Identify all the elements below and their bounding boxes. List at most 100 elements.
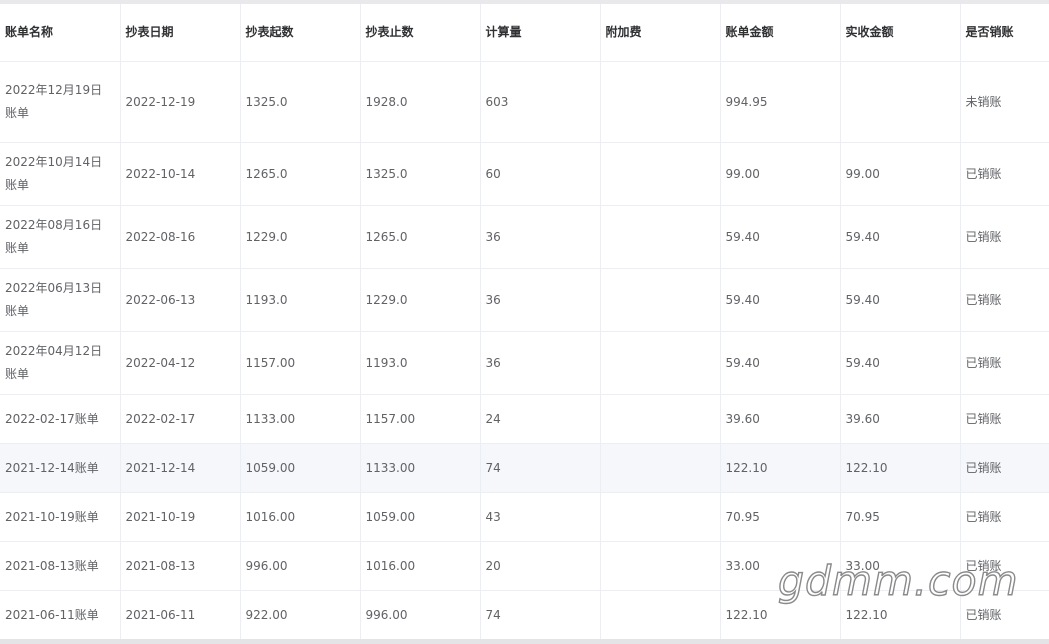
table-row[interactable]: 2022年08月16日账单 2022-08-16 1229.0 1265.0 3…: [0, 205, 1049, 269]
cell-surcharge: [600, 268, 721, 332]
cell-quantity: 43: [480, 492, 601, 542]
cell-bill-name: 2022年04月12日账单: [0, 331, 121, 395]
cell-quantity: 60: [480, 142, 601, 206]
cell-reading-date: 2022-02-17: [120, 394, 241, 444]
cell-end-reading: 1229.0: [360, 268, 481, 332]
cell-start-reading: 1229.0: [240, 205, 361, 269]
cell-quantity: 20: [480, 541, 601, 591]
table-row[interactable]: 2021-10-19账单 2021-10-19 1016.00 1059.00 …: [0, 492, 1049, 542]
cell-surcharge: [600, 142, 721, 206]
cell-end-reading: 1016.00: [360, 541, 481, 591]
horizontal-scrollbar-track[interactable]: [0, 639, 1049, 644]
cell-surcharge: [600, 492, 721, 542]
cell-start-reading: 922.00: [240, 590, 361, 640]
cell-surcharge: [600, 61, 721, 143]
cell-settled-status: 已销账: [960, 394, 1049, 444]
cell-reading-date: 2022-10-14: [120, 142, 241, 206]
header-end-reading[interactable]: 抄表止数: [360, 4, 481, 62]
cell-start-reading: 996.00: [240, 541, 361, 591]
cell-bill-amount: 122.10: [720, 443, 841, 493]
cell-settled-status: 已销账: [960, 142, 1049, 206]
cell-bill-name: 2022年12月19日账单: [0, 61, 121, 143]
header-bill-amount[interactable]: 账单金额: [720, 4, 841, 62]
cell-received-amount: 70.95: [840, 492, 961, 542]
table-row[interactable]: 2022年12月19日账单 2022-12-19 1325.0 1928.0 6…: [0, 61, 1049, 143]
cell-bill-amount: 59.40: [720, 331, 841, 395]
cell-bill-amount: 70.95: [720, 492, 841, 542]
cell-quantity: 36: [480, 268, 601, 332]
cell-settled-status: 已销账: [960, 443, 1049, 493]
cell-start-reading: 1016.00: [240, 492, 361, 542]
cell-bill-name: 2021-06-11账单: [0, 590, 121, 640]
cell-settled-status: 已销账: [960, 268, 1049, 332]
cell-reading-date: 2022-06-13: [120, 268, 241, 332]
cell-end-reading: 1059.00: [360, 492, 481, 542]
cell-start-reading: 1325.0: [240, 61, 361, 143]
cell-start-reading: 1265.0: [240, 142, 361, 206]
cell-reading-date: 2021-10-19: [120, 492, 241, 542]
cell-bill-name: 2022年08月16日账单: [0, 205, 121, 269]
header-received-amount[interactable]: 实收金额: [840, 4, 961, 62]
header-bill-name[interactable]: 账单名称: [0, 4, 121, 62]
cell-quantity: 74: [480, 590, 601, 640]
cell-reading-date: 2021-08-13: [120, 541, 241, 591]
site-watermark: gdmm.com: [777, 556, 1019, 605]
header-reading-date[interactable]: 抄表日期: [120, 4, 241, 62]
cell-quantity: 24: [480, 394, 601, 444]
cell-bill-name: 2022年06月13日账单: [0, 268, 121, 332]
cell-settled-status: 已销账: [960, 205, 1049, 269]
table-row[interactable]: 2022-02-17账单 2022-02-17 1133.00 1157.00 …: [0, 394, 1049, 444]
cell-surcharge: [600, 541, 721, 591]
table-row[interactable]: 2022年06月13日账单 2022-06-13 1193.0 1229.0 3…: [0, 268, 1049, 332]
cell-quantity: 74: [480, 443, 601, 493]
bill-table: 账单名称 抄表日期 抄表起数 抄表止数 计算量 附加费 账单金额 实收金额 是否…: [0, 4, 1049, 640]
cell-bill-name: 2021-10-19账单: [0, 492, 121, 542]
cell-reading-date: 2022-04-12: [120, 331, 241, 395]
cell-quantity: 603: [480, 61, 601, 143]
cell-received-amount: 59.40: [840, 268, 961, 332]
cell-received-amount: 59.40: [840, 205, 961, 269]
cell-start-reading: 1133.00: [240, 394, 361, 444]
cell-start-reading: 1193.0: [240, 268, 361, 332]
cell-received-amount: [840, 61, 961, 143]
cell-bill-amount: 994.95: [720, 61, 841, 143]
cell-surcharge: [600, 590, 721, 640]
table-row[interactable]: 2022年10月14日账单 2022-10-14 1265.0 1325.0 6…: [0, 142, 1049, 206]
cell-end-reading: 1157.00: [360, 394, 481, 444]
cell-quantity: 36: [480, 331, 601, 395]
cell-bill-amount: 59.40: [720, 268, 841, 332]
cell-settled-status: 已销账: [960, 492, 1049, 542]
cell-received-amount: 122.10: [840, 443, 961, 493]
cell-surcharge: [600, 205, 721, 269]
cell-bill-amount: 59.40: [720, 205, 841, 269]
cell-bill-name: 2021-08-13账单: [0, 541, 121, 591]
cell-end-reading: 1325.0: [360, 142, 481, 206]
header-surcharge[interactable]: 附加费: [600, 4, 721, 62]
cell-reading-date: 2022-08-16: [120, 205, 241, 269]
cell-reading-date: 2021-06-11: [120, 590, 241, 640]
cell-bill-amount: 99.00: [720, 142, 841, 206]
cell-reading-date: 2021-12-14: [120, 443, 241, 493]
cell-end-reading: 996.00: [360, 590, 481, 640]
cell-received-amount: 99.00: [840, 142, 961, 206]
cell-end-reading: 1133.00: [360, 443, 481, 493]
header-settled-status[interactable]: 是否销账: [960, 4, 1049, 62]
table-header-row: 账单名称 抄表日期 抄表起数 抄表止数 计算量 附加费 账单金额 实收金额 是否…: [0, 4, 1049, 62]
cell-bill-name: 2022年10月14日账单: [0, 142, 121, 206]
cell-reading-date: 2022-12-19: [120, 61, 241, 143]
cell-settled-status: 未销账: [960, 61, 1049, 143]
cell-start-reading: 1059.00: [240, 443, 361, 493]
cell-surcharge: [600, 394, 721, 444]
table-row-hovered[interactable]: 2021-12-14账单 2021-12-14 1059.00 1133.00 …: [0, 443, 1049, 493]
cell-bill-amount: 39.60: [720, 394, 841, 444]
cell-bill-name: 2022-02-17账单: [0, 394, 121, 444]
cell-end-reading: 1193.0: [360, 331, 481, 395]
table-row[interactable]: 2022年04月12日账单 2022-04-12 1157.00 1193.0 …: [0, 331, 1049, 395]
header-start-reading[interactable]: 抄表起数: [240, 4, 361, 62]
cell-end-reading: 1928.0: [360, 61, 481, 143]
cell-end-reading: 1265.0: [360, 205, 481, 269]
header-quantity[interactable]: 计算量: [480, 4, 601, 62]
bill-table-container: 账单名称 抄表日期 抄表起数 抄表止数 计算量 附加费 账单金额 实收金额 是否…: [0, 4, 1049, 640]
cell-quantity: 36: [480, 205, 601, 269]
cell-surcharge: [600, 331, 721, 395]
